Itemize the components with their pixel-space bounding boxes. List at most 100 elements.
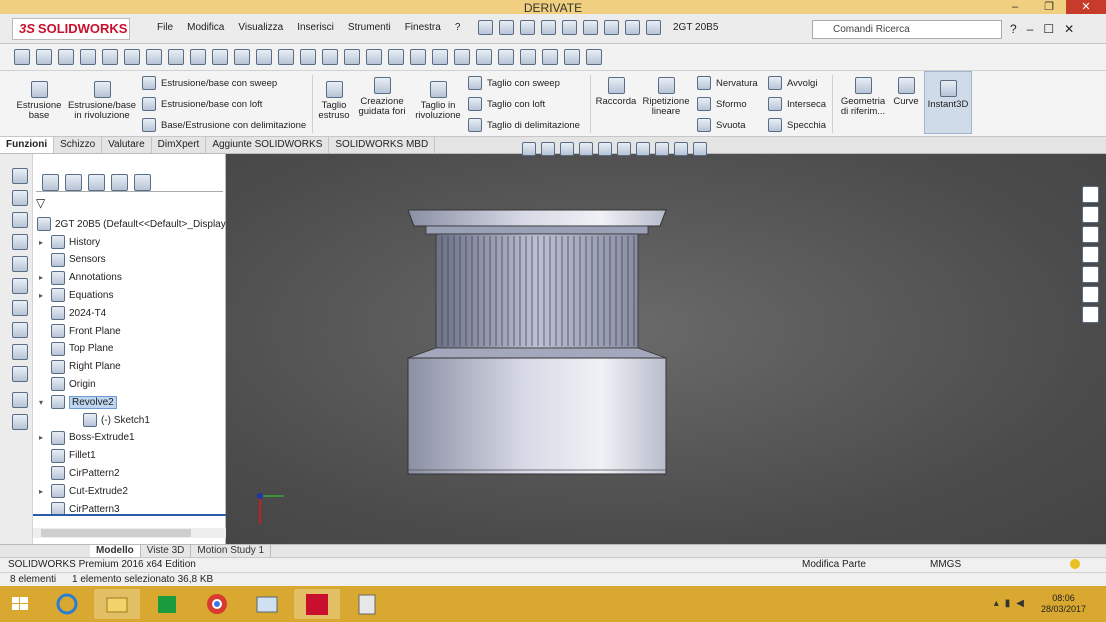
file-explorer-icon[interactable]	[1082, 226, 1099, 243]
tab-funzioni[interactable]: Funzioni	[0, 137, 55, 153]
part-model[interactable]	[226, 154, 1106, 544]
view-settings-icon[interactable]	[344, 49, 360, 65]
part-icon[interactable]	[12, 212, 28, 228]
top-view-icon[interactable]	[476, 49, 492, 65]
filter-funnel-icon[interactable]: ▽	[36, 196, 51, 210]
menu-file[interactable]: File	[150, 22, 180, 33]
menu-inserisci[interactable]: Inserisci	[290, 22, 341, 33]
select-cursor-icon[interactable]	[583, 20, 598, 35]
tree-item[interactable]: ▸ Cut-Extrude2	[39, 482, 128, 500]
configuration-icon[interactable]	[88, 174, 105, 191]
view-orientation-icon[interactable]	[234, 49, 250, 65]
expand-arrow-icon[interactable]: ▸	[39, 291, 47, 300]
tree-item[interactable]: (-) Sketch1	[71, 411, 150, 429]
tree-item[interactable]: ▸ History	[39, 233, 100, 251]
settings-icon[interactable]	[36, 49, 52, 65]
app-maximize-button[interactable]: ☐	[1043, 22, 1054, 36]
dynamic-annotation-icon[interactable]	[212, 49, 228, 65]
network-icon[interactable]: ▮	[1005, 598, 1011, 609]
tree-item[interactable]: CirPattern2	[39, 464, 120, 482]
document-name[interactable]: 2GT 20B5	[673, 22, 718, 33]
left-view-icon[interactable]	[432, 49, 448, 65]
isometric-view-icon[interactable]	[520, 49, 536, 65]
expand-arrow-icon[interactable]: ▸	[39, 273, 47, 282]
part-icon[interactable]	[12, 234, 28, 250]
keyboard-shortcut-icon[interactable]	[14, 49, 30, 65]
volume-icon[interactable]: ◀	[1016, 598, 1024, 609]
store-icon[interactable]	[144, 589, 190, 619]
dimetric-view-icon[interactable]	[564, 49, 580, 65]
tree-item[interactable]: ▾ Revolve2	[39, 393, 117, 411]
save-icon[interactable]	[520, 20, 535, 35]
linear-pattern-button[interactable]: Ripetizione lineare	[640, 77, 692, 117]
file-explorer-icon[interactable]	[94, 589, 140, 619]
revolve-base-button[interactable]: Estrusione/base in rivoluzione	[66, 81, 138, 121]
home-icon[interactable]	[1082, 186, 1099, 203]
print-icon[interactable]	[541, 20, 556, 35]
rebuild-icon[interactable]	[604, 20, 619, 35]
extrude-base-button[interactable]: Estrusione base	[14, 81, 64, 121]
tree-item[interactable]: Top Plane	[39, 340, 113, 358]
curves-button[interactable]: Curve	[892, 77, 920, 107]
feature-tree-icon[interactable]	[42, 174, 59, 191]
rib-button[interactable]: Nervatura	[697, 76, 758, 90]
menu-modifica[interactable]: Modifica	[180, 22, 231, 33]
tree-item[interactable]: ▸ Equations	[39, 286, 113, 304]
tree-item[interactable]: Front Plane	[39, 322, 121, 340]
photos-icon[interactable]	[244, 589, 290, 619]
tree-item[interactable]: Fillet1	[39, 447, 96, 465]
part-icon[interactable]	[12, 256, 28, 272]
right-view-icon[interactable]	[454, 49, 470, 65]
wrap-button[interactable]: Avvolgi	[768, 76, 817, 90]
zoom-area-icon[interactable]	[146, 49, 162, 65]
reference-geometry-button[interactable]: Geometria di riferim...	[836, 77, 890, 117]
tab-motion-study[interactable]: Motion Study 1	[191, 545, 272, 557]
menu-help[interactable]: ?	[448, 22, 468, 33]
part-icon[interactable]	[12, 278, 28, 294]
sweep-base-button[interactable]: Estrusione/base con sweep	[142, 76, 277, 90]
tab-dimxpert[interactable]: DimXpert	[152, 137, 207, 153]
custom-properties-icon[interactable]	[1082, 286, 1099, 303]
anchor-icon[interactable]	[366, 49, 382, 65]
tree-item[interactable]: 2024-T4	[39, 304, 106, 322]
select-arrow-icon[interactable]	[58, 49, 74, 65]
expand-arrow-icon[interactable]: ▸	[39, 433, 47, 442]
tray-arrow-icon[interactable]: ▴	[994, 598, 999, 609]
solidworks-taskbar-icon[interactable]	[294, 589, 340, 619]
boundary-base-button[interactable]: Base/Estrusione con delimitazione	[142, 118, 306, 132]
bottom-view-icon[interactable]	[498, 49, 514, 65]
tree-item[interactable]: ▸ Annotations	[39, 269, 122, 287]
menu-finestra[interactable]: Finestra	[398, 22, 448, 33]
boundary-cut-button[interactable]: Taglio di delimitazione	[468, 118, 580, 132]
part-icon[interactable]	[12, 190, 28, 206]
start-button[interactable]	[2, 589, 38, 619]
close-button[interactable]: ✕	[1066, 0, 1106, 14]
menu-strumenti[interactable]: Strumenti	[341, 22, 398, 33]
tree-item[interactable]: ▸ Boss-Extrude1	[39, 429, 135, 447]
display-icon[interactable]	[12, 366, 28, 382]
tab-valutare[interactable]: Valutare	[102, 137, 152, 153]
sketch-icon[interactable]	[12, 344, 28, 360]
open-folder-icon[interactable]	[499, 20, 514, 35]
expand-arrow-icon[interactable]: ▸	[39, 238, 47, 247]
revolve-cut-button[interactable]: Taglio in rivoluzione	[412, 81, 464, 121]
rollback-bar[interactable]	[33, 514, 226, 516]
expand-arrow-icon[interactable]: ▸	[39, 487, 47, 496]
sweep-cut-button[interactable]: Taglio con sweep	[468, 76, 560, 90]
tree-root[interactable]: 2GT 20B5 (Default<<Default>_Display S	[37, 215, 235, 233]
calculator-icon[interactable]	[344, 589, 390, 619]
fillet-button[interactable]: Raccorda	[594, 77, 638, 107]
mirror-button[interactable]: Specchia	[768, 118, 826, 132]
units-selector[interactable]: MMGS	[930, 559, 961, 570]
undo-icon[interactable]	[562, 20, 577, 35]
restore-button[interactable]: ❐	[1032, 0, 1066, 14]
display-style-icon[interactable]	[256, 49, 272, 65]
solidworks-logo[interactable]: 3S SOLIDWORKS	[12, 18, 130, 40]
hide-show-icon[interactable]	[278, 49, 294, 65]
design-library-icon[interactable]	[1082, 206, 1099, 223]
tree-item[interactable]: Right Plane	[39, 358, 121, 376]
instant3d-button[interactable]: Instant3D	[924, 71, 972, 134]
back-view-icon[interactable]	[410, 49, 426, 65]
edit-appearance-icon[interactable]	[300, 49, 316, 65]
previous-view-icon[interactable]	[168, 49, 184, 65]
